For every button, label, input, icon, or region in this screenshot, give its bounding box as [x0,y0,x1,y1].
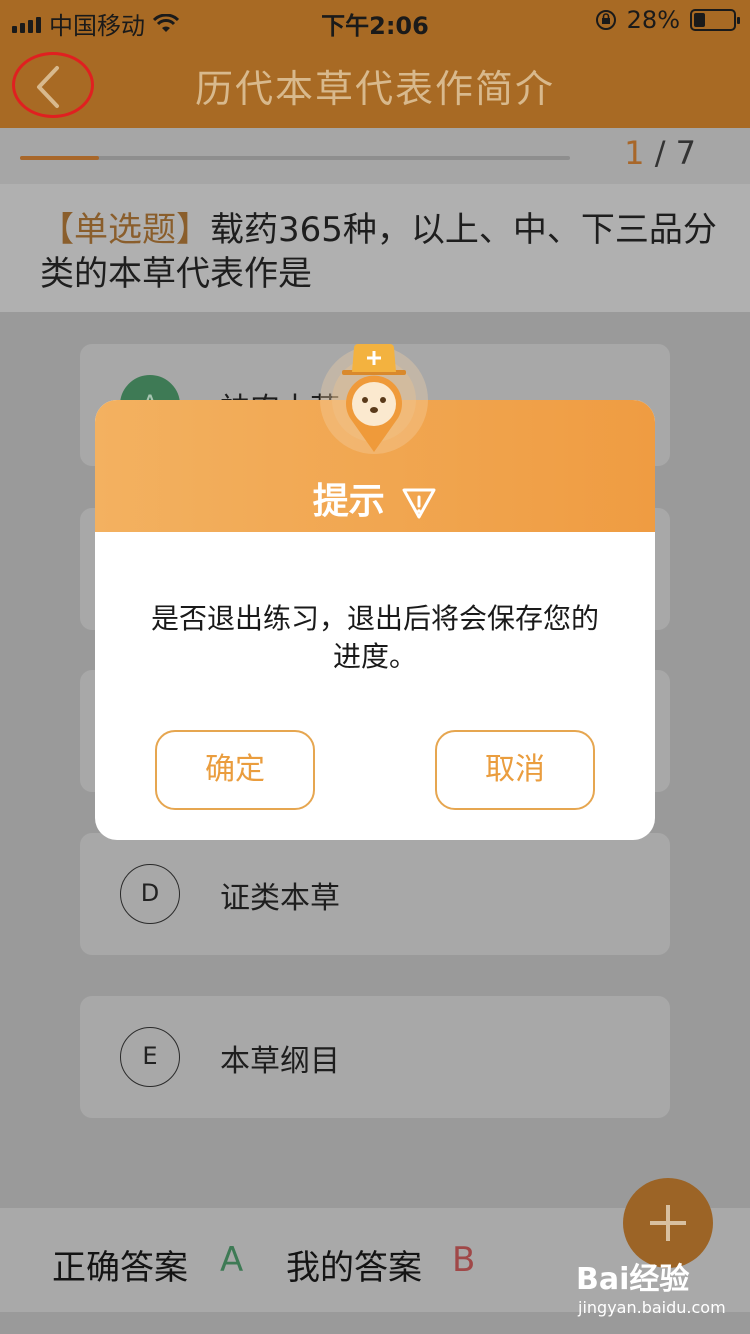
option-letter: D [120,864,180,924]
dialog-message: 是否退出练习，退出后将会保存您的进度。 [150,602,599,673]
warning-icon [402,488,436,519]
dialog-title: 提示 [95,472,655,524]
battery-icon [690,9,740,31]
correct-answer-label: 正确答案 [52,1248,188,1288]
option-letter: E [120,1027,180,1087]
progress-area: 1 / 7 [0,128,750,184]
watermark-url: jingyan.baidu.com [578,1298,726,1317]
status-bar: 中国移动 下午2:06 28% [0,0,750,40]
mascot-icon [320,344,428,454]
page-title: 历代本草代表作简介 [194,67,555,111]
watermark-logo: Bai经验 [576,1262,690,1297]
correct-answer-value: A [220,1240,244,1280]
option-label: 本草纲目 [220,1044,340,1079]
question-type-tag: 【单选题】 [40,210,210,250]
watermark: Bai经验 jingyan.baidu.com [570,1254,726,1324]
confirm-button[interactable]: 确定 [155,730,315,810]
orientation-lock-icon [595,10,616,30]
question-area: 【单选题】载药365种，以上、中、下三品分类的本草代表作是 [0,184,750,312]
progress-total: / 7 [654,134,696,172]
cancel-button[interactable]: 取消 [435,730,595,810]
battery-percent: 28% [626,6,680,34]
progress-bar [20,156,570,160]
option-e[interactable]: E 本草纲目 [80,996,670,1118]
exit-confirm-dialog: 提示 是否退出练习，退出后将会保存您的进度。 确定 取消 [95,400,655,840]
progress-current: 1 [624,134,645,172]
dialog-title-text: 提示 [312,481,385,522]
my-answer-value: B [452,1240,476,1280]
progress-fill [20,156,99,160]
progress-counter: 1 / 7 [624,134,696,172]
my-answer-label: 我的答案 [286,1248,422,1288]
option-d[interactable]: D 证类本草 [80,833,670,955]
question-text: 【单选题】载药365种，以上、中、下三品分类的本草代表作是 [40,208,720,296]
nav-bar: 中国移动 下午2:06 28% 历代本草代表作简介 [0,0,750,128]
option-label: 证类本草 [220,881,340,916]
